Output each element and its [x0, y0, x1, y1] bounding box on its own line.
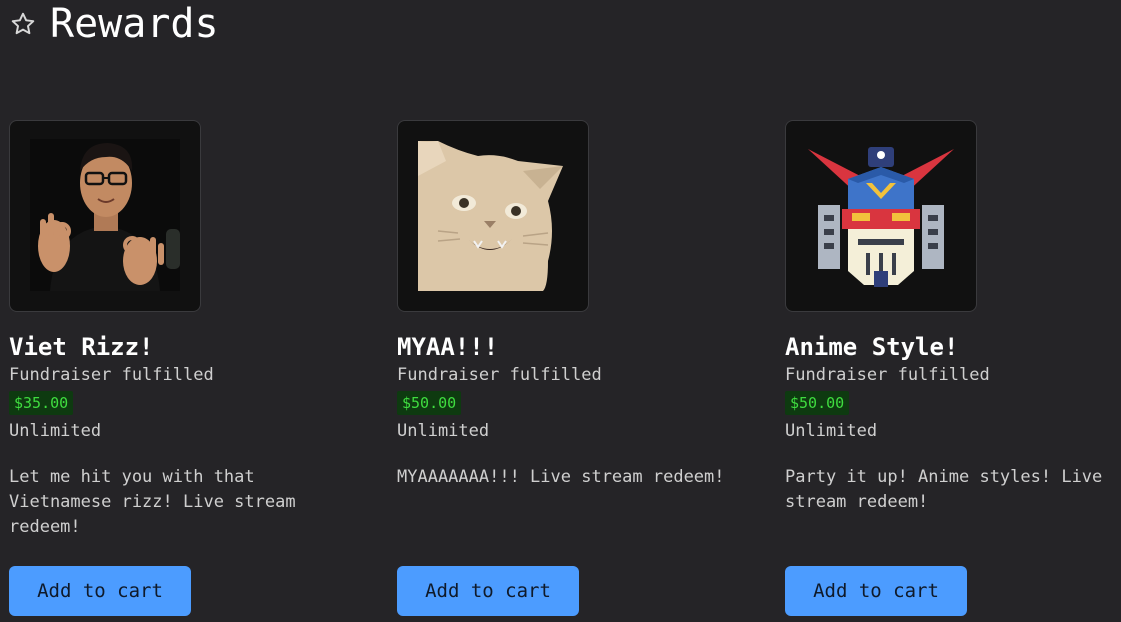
reward-price-badge: $50.00	[785, 391, 850, 415]
page-title: Rewards	[50, 1, 219, 47]
reward-status: Fundraiser fulfilled	[9, 365, 214, 385]
add-to-cart-button[interactable]: Add to cart	[397, 566, 579, 616]
reward-price-badge: $50.00	[397, 391, 462, 415]
reward-limit: Unlimited	[397, 421, 490, 441]
reward-price-badge: $35.00	[9, 391, 74, 415]
star-outline-icon	[10, 11, 36, 37]
reward-limit: Unlimited	[785, 421, 878, 441]
reward-card: Viet Rizz! Fundraiser fulfilled $35.00 U…	[9, 120, 339, 616]
reward-limit: Unlimited	[9, 421, 102, 441]
reward-card: Anime Style! Fundraiser fulfilled $50.00…	[785, 120, 1115, 616]
reward-title: Anime Style!	[785, 333, 959, 361]
reward-image-cat	[397, 120, 589, 312]
reward-description: Party it up! Anime styles! Live stream r…	[785, 467, 1103, 512]
reward-description: Let me hit you with that Vietnamese rizz…	[9, 467, 296, 537]
reward-status: Fundraiser fulfilled	[397, 365, 602, 385]
reward-status: Fundraiser fulfilled	[785, 365, 990, 385]
reward-description: MYAAAAAAA!!! Live stream redeem!	[397, 467, 725, 487]
reward-card: MYAA!!! Fundraiser fulfilled $50.00 Unli…	[397, 120, 727, 616]
reward-title: MYAA!!!	[397, 333, 499, 361]
page-header: Rewards	[10, 2, 219, 46]
add-to-cart-button[interactable]: Add to cart	[785, 566, 967, 616]
robot-mecha-icon	[785, 120, 977, 312]
reward-title: Viet Rizz!	[9, 333, 154, 361]
reward-image-man	[9, 120, 201, 312]
add-to-cart-button[interactable]: Add to cart	[9, 566, 191, 616]
